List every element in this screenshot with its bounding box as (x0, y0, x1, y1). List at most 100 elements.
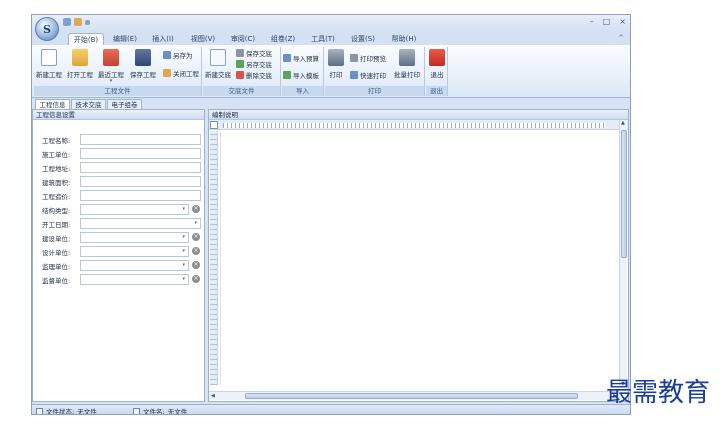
field-label: 监理单位: (42, 263, 71, 271)
quick-print-button[interactable]: 快速打印 (350, 70, 386, 80)
ruler-scale (223, 123, 605, 128)
tab-review[interactable]: 审阅(C) (226, 33, 260, 45)
field-structure-type: 结构类型: ▾ × (42, 204, 202, 215)
qat-open-icon[interactable] (74, 18, 82, 26)
tab-start[interactable]: 开始(B) (68, 33, 104, 45)
clear-icon[interactable]: × (192, 247, 200, 255)
recent-project-button[interactable]: 最近工程 ▾ (98, 49, 124, 84)
save-project-label: 保存工程 (130, 71, 156, 79)
maximize-button[interactable]: □ (603, 17, 611, 26)
tab-help[interactable]: 帮助(H) (386, 33, 422, 45)
clear-icon[interactable]: × (192, 261, 200, 269)
tab-edit[interactable]: 编辑(E) (108, 33, 142, 45)
horizontal-ruler[interactable] (209, 120, 628, 130)
tab-compile[interactable]: 组卷(Z) (266, 33, 300, 45)
vertical-scroll-thumb[interactable] (621, 130, 627, 258)
building-area-input[interactable] (80, 176, 201, 187)
batch-print-button[interactable]: 批量打印 (392, 49, 422, 79)
save-as-button[interactable]: 另存为 (163, 50, 193, 60)
folder-icon (72, 49, 88, 66)
horizontal-scrollbar[interactable]: ◀ ▶ (209, 391, 619, 400)
project-cost-input[interactable] (80, 190, 201, 201)
save-disclosure-label: 保存交底 (246, 50, 272, 58)
import-budget-button[interactable]: 导入预算 (283, 53, 319, 63)
new-disclosure-label: 新建交底 (205, 71, 231, 79)
document-editing-area[interactable] (220, 131, 614, 385)
field-construction-unit: 施工单位: (42, 148, 202, 159)
chevron-down-icon[interactable]: ▾ (194, 220, 197, 226)
tab-insert[interactable]: 插入(I) (146, 33, 180, 45)
close-button[interactable]: × (619, 17, 626, 26)
clear-icon[interactable]: × (192, 233, 200, 241)
delete-disclosure-button[interactable]: 删除交底 (236, 70, 272, 80)
clear-icon[interactable]: × (192, 205, 200, 213)
new-file-icon (41, 49, 57, 66)
group-label-exit: 退出 (426, 86, 447, 96)
clear-icon[interactable]: × (192, 275, 200, 283)
app-menu-button[interactable]: S (35, 17, 59, 41)
tab-tools[interactable]: 工具(T) (306, 33, 340, 45)
chevron-down-icon[interactable]: ▾ (182, 248, 185, 254)
editor-panel: 编制说明 ▲ ▼ ◀ ▶ (208, 109, 629, 402)
file-name: 文件名: 无文件 (133, 406, 187, 414)
scroll-left-icon[interactable]: ◀ (211, 393, 215, 399)
qat-dropdown-icon[interactable] (85, 20, 90, 25)
field-label: 结构类型: (42, 207, 71, 215)
save-as-disclosure-button[interactable]: 另存交底 (236, 59, 272, 69)
design-unit-select[interactable]: ▾ (80, 246, 189, 257)
owner-unit-select[interactable]: ▾ (80, 232, 189, 243)
import-template-label: 导入模板 (293, 72, 319, 80)
structure-type-select[interactable]: ▾ (80, 204, 189, 215)
supervision-unit-select[interactable]: ▾ (80, 260, 189, 271)
save-project-button[interactable]: 保存工程 (130, 49, 156, 79)
horizontal-scroll-thumb[interactable] (245, 393, 578, 399)
delete-icon (236, 71, 244, 79)
tab-settings[interactable]: 设置(S) (346, 33, 380, 45)
save-as-label: 另存为 (173, 52, 193, 60)
chevron-down-icon[interactable]: ▾ (182, 262, 185, 268)
project-name-input[interactable] (80, 134, 201, 145)
close-project-button[interactable]: 关闭工程 (163, 68, 199, 78)
chevron-down-icon[interactable]: ▾ (182, 206, 185, 212)
new-project-button[interactable]: 新建工程 (36, 49, 62, 79)
exit-label: 退出 (430, 71, 444, 79)
exit-button[interactable]: 退出 (428, 49, 446, 79)
group-disclosure-file: 新建交底 保存交底 另存交底 删除交底 交底文件 (203, 47, 281, 96)
qat-save-icon[interactable] (63, 18, 71, 26)
tab-stop-selector[interactable] (210, 121, 218, 129)
new-disclosure-button[interactable]: 新建交底 (205, 49, 231, 79)
chevron-down-icon[interactable]: ▾ (182, 234, 185, 240)
project-address-input[interactable] (80, 162, 201, 173)
vertical-ruler (210, 131, 218, 385)
save-disclosure-button[interactable]: 保存交底 (236, 48, 272, 58)
field-label: 工程地址: (42, 165, 71, 173)
group-print: 打印 打印预览 快速打印 批量打印 打印 (325, 47, 425, 96)
construction-unit-input[interactable] (80, 148, 201, 159)
vertical-scrollbar[interactable]: ▲ ▼ (619, 120, 627, 387)
ribbon-collapse-icon[interactable]: ^ (618, 34, 624, 42)
field-project-name: 工程名称: (42, 134, 202, 145)
group-label-import: 导入 (282, 86, 323, 96)
tab-view[interactable]: 视图(V) (186, 33, 220, 45)
start-date-picker[interactable]: ▾ (80, 218, 201, 229)
group-import: 导入预算 导入模板 导入 (282, 47, 324, 96)
minimize-button[interactable]: – (590, 17, 594, 26)
print-preview-button[interactable]: 打印预览 (350, 53, 386, 63)
project-info-panel: 工程信息设置 工程名称: 施工单位: 工程地址: 建筑面积: 工程造价: 结构类… (32, 109, 205, 402)
scroll-up-icon[interactable]: ▲ (621, 120, 625, 126)
import-template-button[interactable]: 导入模板 (283, 70, 319, 80)
chevron-down-icon[interactable]: ▾ (182, 276, 185, 282)
save-as-icon (163, 51, 171, 59)
oversight-unit-select[interactable]: ▾ (80, 274, 189, 285)
field-project-address: 工程地址: (42, 162, 202, 173)
open-project-button[interactable]: 打开工程 (67, 49, 93, 79)
close-project-label: 关闭工程 (173, 70, 199, 78)
new-document-icon (210, 49, 226, 66)
print-button[interactable]: 打印 (327, 49, 345, 79)
delete-disclosure-label: 删除交底 (246, 72, 272, 80)
group-label-print: 打印 (325, 86, 424, 96)
title-bar: – □ × (32, 15, 630, 32)
field-supervision-unit: 监理单位: ▾ × (42, 260, 202, 271)
field-oversight-unit: 监督单位: ▾ × (42, 274, 202, 285)
group-label-project: 工程文件 (34, 86, 201, 96)
